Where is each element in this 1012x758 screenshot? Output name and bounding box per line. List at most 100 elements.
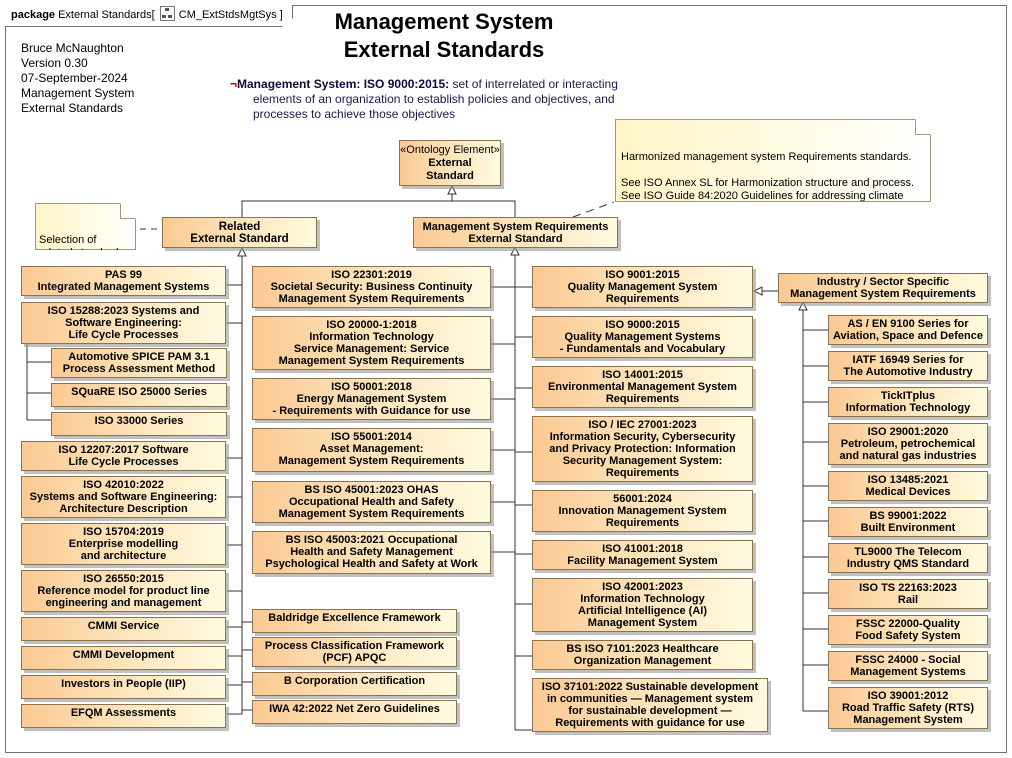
industry-standard[interactable]: ISO 39001:2012 Road Traffic Safety (RTS)… <box>828 687 988 729</box>
industry-standard[interactable]: TickITplus Information Technology <box>828 387 988 417</box>
harmonized-standards-note[interactable]: Harmonized management system Requirement… <box>615 119 931 202</box>
standard-label: IWA 42:2022 Net Zero Guidelines <box>269 703 440 715</box>
root-name: External Standard <box>426 156 474 182</box>
related-branches <box>227 284 253 715</box>
standard-label: ISO / IEC 27001:2023 Information Securit… <box>549 419 736 479</box>
standard-label: ISO 29001:2020 Petroleum, petrochemical … <box>839 426 977 462</box>
standard-label: Investors in People (IIP) <box>61 678 186 690</box>
generalization-arrowhead-root <box>447 184 457 195</box>
ms-standard[interactable]: ISO 20000-1:2018 Information Technology … <box>252 316 491 370</box>
related-standard[interactable]: PAS 99 Integrated Management Systems <box>21 266 226 296</box>
standard-label: ISO 50001:2018 Energy Management System … <box>272 381 471 417</box>
industry-sector-specific[interactable]: Industry / Sector Specific Management Sy… <box>778 273 988 303</box>
ms-standard[interactable]: ISO 37101:2022 Sustainable development i… <box>532 678 768 732</box>
industry-category-label: Industry / Sector Specific Management Sy… <box>790 276 976 300</box>
industry-standard[interactable]: AS / EN 9100 Series for Aviation, Space … <box>828 315 988 345</box>
related-framework[interactable]: IWA 42:2022 Net Zero Guidelines <box>252 700 457 724</box>
harmonized-note-anchor <box>572 201 615 218</box>
iso15288-child[interactable]: SQuaRE ISO 25000 Series <box>51 383 227 407</box>
ms-standard[interactable]: ISO 9000:2015 Quality Management Systems… <box>532 316 753 358</box>
related-standard[interactable]: CMMI Development <box>21 646 226 670</box>
related-standard[interactable]: ISO 15704:2019 Enterprise modelling and … <box>21 523 226 565</box>
standard-label: CMMI Development <box>72 649 175 661</box>
standard-label: TickITplus Information Technology <box>845 390 971 414</box>
standard-label: ISO 14001:2015 Environmental Management … <box>548 369 737 405</box>
standard-label: ISO 39001:2012 Road Traffic Safety (RTS)… <box>841 690 975 726</box>
generalization-arrowhead-9001 <box>752 286 763 296</box>
ms-standard[interactable]: ISO / IEC 27001:2023 Information Securit… <box>532 416 753 482</box>
standard-label: ISO 9001:2015 Quality Management System … <box>567 269 718 305</box>
industry-standard[interactable]: TL9000 The Telecom Industry QMS Standard <box>828 543 988 573</box>
related-standard[interactable]: EFQM Assessments <box>21 704 226 728</box>
standard-label: SQuaRE ISO 25000 Series <box>71 386 207 398</box>
ms-trunk <box>491 254 532 731</box>
ms-standard[interactable]: ISO 22301:2019 Societal Security: Busine… <box>252 266 491 308</box>
ms-requirements-external-standard[interactable]: Management System Requirements External … <box>413 217 618 248</box>
generalization-arrowhead-industry <box>798 300 808 311</box>
ms-standard[interactable]: ISO 41001:2018 Facility Management Syste… <box>532 540 753 570</box>
generalization-arrowhead-ms <box>510 245 520 256</box>
standard-label: FSSC 24000 - Social Management Systems <box>850 654 966 678</box>
standard-label: BS ISO 7101:2023 Healthcare Organization… <box>566 643 719 667</box>
iso15288-children-lines <box>26 344 52 421</box>
industry-standard[interactable]: FSSC 22000-Quality Food Safety System <box>828 615 988 645</box>
related-standard[interactable]: ISO 15288:2023 Systems and Software Engi… <box>21 302 226 344</box>
related-standard[interactable]: Investors in People (IIP) <box>21 675 226 699</box>
ms-category-label: Management System Requirements External … <box>422 220 609 245</box>
standard-label: TL9000 The Telecom Industry QMS Standard <box>846 546 970 570</box>
standard-label: ISO 37101:2022 Sustainable development i… <box>541 681 759 729</box>
standard-label: ISO 15704:2019 Enterprise modelling and … <box>68 526 179 562</box>
standard-label: Baldridge Excellence Framework <box>268 612 441 624</box>
standard-label: IATF 16949 Series for The Automotive Ind… <box>843 354 973 378</box>
related-standard[interactable]: CMMI Service <box>21 617 226 641</box>
standard-label: ISO 42001:2023 Information Technology Ar… <box>578 581 707 629</box>
standard-label: Automotive SPICE PAM 3.1 Process Assessm… <box>62 351 216 375</box>
standard-label: FSSC 22000-Quality Food Safety System <box>855 618 961 642</box>
industry-standard[interactable]: BS 99001:2022 Built Environment <box>828 507 988 537</box>
standard-label: PAS 99 Integrated Management Systems <box>37 269 210 293</box>
related-framework[interactable]: Baldridge Excellence Framework <box>252 609 457 633</box>
ms-standard[interactable]: BS ISO 45003:2021 Occupational Health an… <box>252 531 491 574</box>
standard-label: ISO 9000:2015 Quality Management Systems… <box>559 319 726 355</box>
standard-label: BS 99001:2022 Built Environment <box>860 510 956 534</box>
ms-standard[interactable]: ISO 50001:2018 Energy Management System … <box>252 378 491 420</box>
related-standard[interactable]: ISO 12207:2017 Software Life Cycle Proce… <box>21 441 226 471</box>
industry-trunk <box>802 310 828 712</box>
ms-standard[interactable]: ISO 42001:2023 Information Technology Ar… <box>532 578 753 632</box>
standard-label: Process Classification Framework (PCF) A… <box>264 640 445 664</box>
ms-standard[interactable]: ISO 14001:2015 Environmental Management … <box>532 366 753 408</box>
related-external-standard[interactable]: Related External Standard <box>162 217 317 248</box>
standard-label: ISO 41001:2018 Facility Management Syste… <box>567 543 718 567</box>
industry-standard[interactable]: ISO TS 22163:2023 Rail <box>828 579 988 609</box>
related-framework[interactable]: B Corporation Certification <box>252 672 457 696</box>
standard-label: ISO 20000-1:2018 Information Technology … <box>278 319 465 367</box>
standard-label: ISO 55001:2014 Asset Management: Managem… <box>278 431 465 467</box>
standard-label: ISO 22301:2019 Societal Security: Busine… <box>270 269 473 305</box>
standard-label: ISO TS 22163:2023 Rail <box>859 582 957 606</box>
standard-label: CMMI Service <box>87 620 160 632</box>
root-generalization-line <box>241 194 516 217</box>
standard-label: EFQM Assessments <box>70 707 177 719</box>
standard-label: B Corporation Certification <box>283 675 426 687</box>
standard-label: BS ISO 45001:2023 OHAS Occupational Heal… <box>278 484 465 520</box>
ms-standard[interactable]: ISO 9001:2015 Quality Management System … <box>532 266 753 308</box>
iso15288-child[interactable]: ISO 33000 Series <box>51 412 227 436</box>
industry-standard[interactable]: ISO 13485:2021 Medical Devices <box>828 471 988 501</box>
iso15288-child[interactable]: Automotive SPICE PAM 3.1 Process Assessm… <box>51 348 227 378</box>
industry-standard[interactable]: IATF 16949 Series for The Automotive Ind… <box>828 351 988 381</box>
external-standard-root[interactable]: «Ontology Element» External Standard <box>399 140 501 186</box>
industry-standard[interactable]: FSSC 24000 - Social Management Systems <box>828 651 988 681</box>
generalization-arrowhead-related <box>237 246 247 257</box>
ms-standard[interactable]: BS ISO 7101:2023 Healthcare Organization… <box>532 640 753 670</box>
standard-label: 56001:2024 Innovation Management System … <box>558 493 727 529</box>
related-standard[interactable]: ISO 26550:2015 Reference model for produ… <box>21 570 226 612</box>
standard-label: AS / EN 9100 Series for Aviation, Space … <box>833 318 983 342</box>
standard-label: BS ISO 45003:2021 Occupational Health an… <box>265 534 478 570</box>
standard-label: ISO 42010:2022 Systems and Software Engi… <box>29 479 218 515</box>
industry-standard[interactable]: ISO 29001:2020 Petroleum, petrochemical … <box>828 423 988 465</box>
ms-standard[interactable]: ISO 55001:2014 Asset Management: Managem… <box>252 428 491 472</box>
ms-standard[interactable]: BS ISO 45001:2023 OHAS Occupational Heal… <box>252 481 491 523</box>
ms-standard[interactable]: 56001:2024 Innovation Management System … <box>532 490 753 532</box>
related-framework[interactable]: Process Classification Framework (PCF) A… <box>252 637 457 667</box>
related-standard[interactable]: ISO 42010:2022 Systems and Software Engi… <box>21 476 226 518</box>
